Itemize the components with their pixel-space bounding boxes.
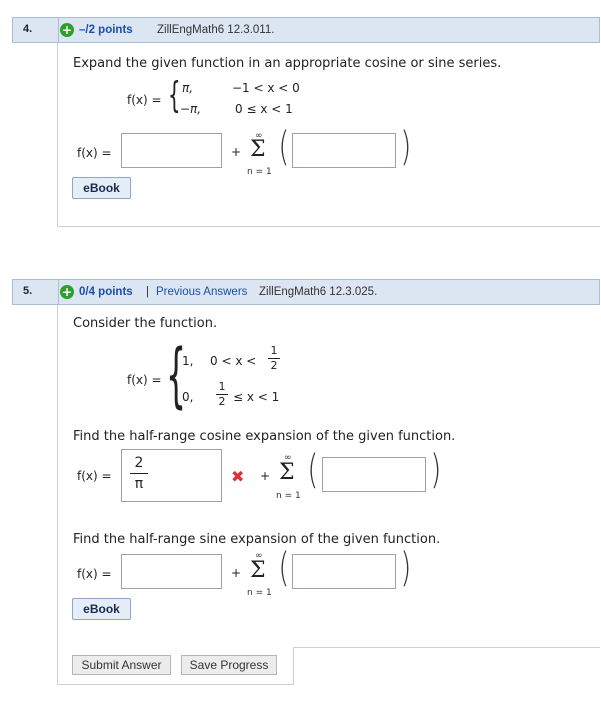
submit-answer-button[interactable]: Submit Answer (72, 655, 171, 675)
q4-constant-input[interactable] (121, 133, 222, 168)
q5-cosine-answer-bar (130, 473, 148, 474)
q4-brace: { (168, 75, 181, 116)
save-progress-button[interactable]: Save Progress (181, 655, 277, 675)
q5-sine-plus-sign: + (231, 566, 242, 580)
q4-case1-condition: −1 < x < 0 (232, 81, 300, 95)
q4-series-input[interactable] (292, 133, 396, 168)
q4-left-paren-icon: ( (278, 124, 290, 170)
q5-case1-value: 1, (182, 354, 194, 368)
q5-cosine-label: f(x) = (77, 469, 112, 483)
q5-header-divider (58, 280, 59, 304)
q5-sine-series-input[interactable] (292, 554, 396, 589)
q5-body-step-border (293, 647, 294, 685)
q5-case1-fraction: 1 2 (268, 345, 280, 372)
q4-expand-plus-icon[interactable]: + (60, 23, 74, 37)
q5-header: 5. + 0/4 points | Previous Answers ZillE… (12, 279, 600, 305)
q5-cosine-left-paren-icon: ( (307, 447, 319, 493)
q4-source: ZillEngMath6 12.3.011. (157, 24, 275, 36)
q5-expand-plus-icon[interactable]: + (60, 285, 74, 299)
q5-case2-frac-den: 2 (218, 395, 226, 408)
q5-cosine-answer-fraction: 2 π (130, 454, 148, 493)
q5-case2-condition: ≤ x < 1 (233, 390, 280, 404)
q4-summation-icon: Σ (250, 137, 266, 162)
q5-cosine-prompt: Find the half-range cosine expansion of … (73, 429, 456, 444)
q4-answer-label: f(x) = (77, 146, 112, 160)
q5-case2-frac-num: 1 (218, 380, 226, 393)
q5-points: 0/4 points (79, 286, 133, 298)
q5-ebook-button[interactable]: eBook (72, 598, 131, 620)
q4-header-divider (58, 18, 59, 42)
q5-case1-frac-num: 1 (270, 344, 278, 357)
q4-sum-lower: n = 1 (247, 167, 272, 177)
q5-prompt: Consider the function. (73, 316, 218, 331)
q5-case2-value: 0, (182, 390, 194, 404)
q5-cosine-series-input[interactable] (322, 457, 426, 492)
q5-cosine-answer-den: π (134, 476, 144, 492)
q5-sine-sum-lower: n = 1 (247, 588, 272, 598)
q5-previous-answers-link[interactable]: Previous Answers (156, 286, 247, 298)
q5-cosine-constant-input[interactable]: 2 π (121, 449, 222, 502)
q4-case2-condition: 0 ≤ x < 1 (235, 102, 293, 116)
q5-sine-label: f(x) = (77, 567, 112, 581)
q4-prompt: Expand the given function in an appropri… (73, 56, 502, 71)
q4-case2-value: −π, (180, 102, 202, 116)
q5-case1-condition: 0 < x < (210, 354, 257, 368)
q5-sine-prompt: Find the half-range sine expansion of th… (73, 532, 441, 547)
q4-plus-sign: + (231, 145, 242, 159)
q5-sine-summation-icon: Σ (250, 558, 266, 583)
q5-case1-frac-den: 2 (270, 359, 278, 372)
q5-cosine-right-paren-icon: ) (430, 447, 442, 493)
q5-separator: | (146, 286, 149, 298)
q5-cosine-sum-lower: n = 1 (276, 491, 301, 501)
q5-body-bottom-border (294, 647, 600, 648)
q4-ebook-button[interactable]: eBook (72, 177, 131, 199)
q5-sine-right-paren-icon: ) (400, 545, 412, 591)
q4-number: 4. (23, 23, 33, 35)
q4-case1-value: π, (182, 81, 194, 95)
q5-number: 5. (23, 285, 33, 297)
q4-fx-label: f(x) = (127, 93, 162, 107)
q5-cosine-plus-sign: + (260, 469, 271, 483)
incorrect-x-icon: ✖ (231, 467, 245, 486)
q4-right-paren-icon: ) (400, 124, 412, 170)
q5-sine-constant-input[interactable] (121, 554, 222, 589)
q5-source: ZillEngMath6 12.3.025. (259, 286, 378, 298)
q4-points: –/2 points (79, 24, 133, 36)
q5-fx-label: f(x) = (127, 373, 162, 387)
q5-cosine-answer-num: 2 (134, 455, 144, 471)
q5-cosine-summation-icon: Σ (279, 460, 295, 485)
q4-header: 4. + –/2 points ZillEngMath6 12.3.011. (12, 17, 600, 43)
q5-case2-fraction: 1 2 (216, 381, 228, 408)
q5-sine-left-paren-icon: ( (278, 545, 290, 591)
